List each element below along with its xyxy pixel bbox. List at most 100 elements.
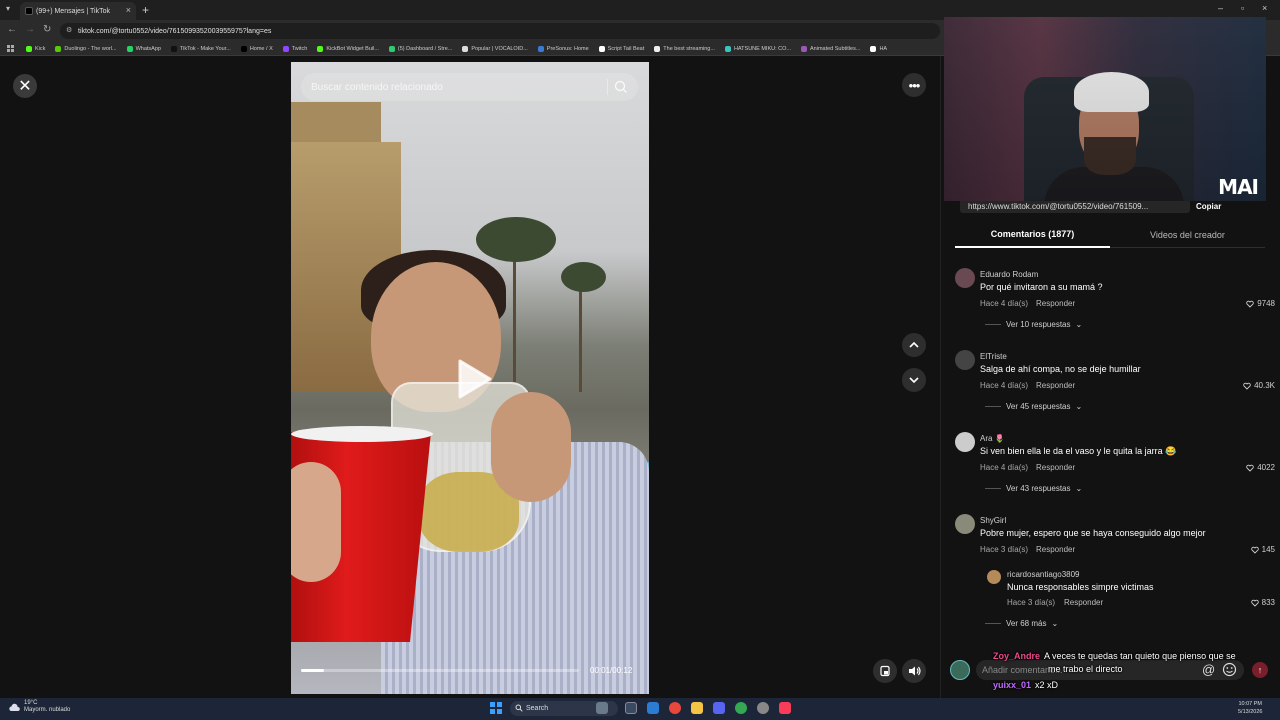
bookmark-item[interactable]: (5) Dashboard / Stre...: [388, 45, 452, 52]
chevron-down-icon: ⌄: [1051, 619, 1059, 628]
share-link-field[interactable]: https://www.tiktok.com/@tortu0552/video/…: [960, 199, 1190, 213]
heart-icon[interactable]: [1250, 546, 1259, 554]
bookmark-item[interactable]: HA: [870, 45, 887, 52]
avatar[interactable]: [955, 350, 975, 370]
forward-icon[interactable]: →: [25, 24, 35, 35]
mention-icon[interactable]: @: [1202, 662, 1215, 677]
bookmark-item[interactable]: TikTok - Make Your...: [170, 45, 231, 52]
heart-icon[interactable]: [1246, 300, 1254, 308]
bookmark-favicon-icon: [537, 45, 544, 52]
bookmark-favicon-icon: [388, 45, 395, 52]
view-more-replies-button[interactable]: Ver 68 más ⌄: [985, 619, 1058, 628]
video-time: 00:01/00:12: [590, 666, 633, 675]
heart-icon[interactable]: [1250, 599, 1259, 607]
like-count: 9748: [1257, 299, 1275, 308]
chevron-down-icon: [909, 377, 919, 384]
bookmark-item[interactable]: PreSonus: Home: [537, 45, 589, 52]
bookmark-item[interactable]: Home / X: [240, 45, 273, 52]
tab-search-icon[interactable]: ▾: [6, 4, 10, 13]
apps-grid-icon[interactable]: [7, 45, 14, 52]
heart-icon[interactable]: [1246, 464, 1254, 472]
bookmark-item[interactable]: Animated Subtitles...: [801, 45, 860, 52]
send-comment-button[interactable]: ↑: [1252, 662, 1268, 678]
widgets-icon[interactable]: [596, 702, 608, 714]
bookmark-label: Popular | VOCALOID...: [471, 45, 528, 52]
emoji-icon[interactable]: [1222, 662, 1237, 677]
bookmark-item[interactable]: Script Tail Beat: [598, 45, 644, 52]
view-replies-button[interactable]: Ver 45 respuestas ⌄: [985, 402, 1082, 411]
reply-button[interactable]: Responder: [1036, 545, 1075, 554]
back-icon[interactable]: ←: [7, 24, 17, 35]
reload-icon[interactable]: ↻: [43, 24, 51, 35]
comment-username[interactable]: ricardosantiago3809: [1007, 570, 1080, 579]
avatar[interactable]: [955, 432, 975, 452]
browser-tab-tiktok[interactable]: (99+) Mensajes | TikTok ×: [20, 2, 136, 20]
reply-button[interactable]: Responder: [1036, 381, 1075, 390]
volume-button[interactable]: [902, 659, 926, 683]
file-explorer-icon[interactable]: [691, 702, 703, 714]
bookmark-item[interactable]: The best streaming...: [654, 45, 715, 52]
search-icon[interactable]: [613, 79, 629, 95]
tab-close-icon[interactable]: ×: [126, 5, 131, 15]
volume-icon: [908, 666, 921, 676]
like-button[interactable]: 145: [1250, 545, 1275, 554]
bookmark-item[interactable]: HATSUNE MIKU: CO...: [724, 45, 791, 52]
view-replies-button[interactable]: Ver 10 respuestas ⌄: [985, 320, 1082, 329]
like-button[interactable]: 40.3K: [1243, 381, 1275, 390]
discord-icon[interactable]: [713, 702, 725, 714]
clock-time: 10:07 PM: [1238, 701, 1262, 707]
like-button[interactable]: 833: [1250, 598, 1275, 607]
related-search-input[interactable]: Buscar contenido relacionado: [301, 73, 638, 101]
chrome-red-icon[interactable]: [669, 702, 681, 714]
like-button[interactable]: 4022: [1246, 463, 1275, 472]
chat-message: me trabo el directo: [1048, 664, 1123, 674]
avatar[interactable]: [955, 268, 975, 288]
previous-video-button[interactable]: [902, 333, 926, 357]
maximize-icon[interactable]: ▫: [1241, 3, 1244, 13]
search-placeholder: Buscar contenido relacionado: [311, 81, 443, 93]
comment-username[interactable]: ShyGirl: [980, 516, 1006, 525]
bookmark-label: WhatsApp: [135, 45, 161, 52]
bookmark-label: Duolingo - The worl...: [64, 45, 117, 52]
comment-username[interactable]: Eduardo Rodam: [980, 270, 1038, 279]
bookmark-item[interactable]: Kick: [26, 45, 45, 52]
reply-button[interactable]: Responder: [1064, 598, 1103, 607]
bookmark-item[interactable]: Popular | VOCALOID...: [462, 45, 528, 52]
bookmark-item[interactable]: KickBot Widget Buil...: [317, 45, 379, 52]
task-view-icon[interactable]: [625, 702, 637, 714]
more-options-button[interactable]: •••: [902, 73, 926, 97]
avatar[interactable]: [955, 514, 975, 534]
avatar[interactable]: [987, 570, 1001, 584]
play-icon[interactable]: [456, 358, 494, 400]
comment-username[interactable]: ElTriste: [980, 352, 1007, 361]
window-close-icon[interactable]: ×: [1262, 3, 1267, 13]
copy-link-button[interactable]: Copiar: [1196, 202, 1221, 211]
video-progress-bar[interactable]: [301, 669, 579, 672]
new-tab-button[interactable]: +: [142, 3, 149, 17]
mail-icon[interactable]: [647, 702, 659, 714]
view-replies-button[interactable]: Ver 43 respuestas ⌄: [985, 484, 1082, 493]
heart-icon[interactable]: [1243, 382, 1251, 390]
openai-icon[interactable]: [757, 702, 769, 714]
tab-creator-videos[interactable]: Videos del creador: [1110, 222, 1265, 248]
next-video-button[interactable]: [902, 368, 926, 392]
bookmark-item[interactable]: WhatsApp: [126, 45, 161, 52]
taskbar-clock[interactable]: 10:07 PM 5/13/2026: [1238, 700, 1262, 716]
minimize-icon[interactable]: –: [1218, 3, 1223, 13]
bookmark-item[interactable]: Twitch: [282, 45, 307, 52]
like-button[interactable]: 9748: [1246, 299, 1275, 308]
chrome-icon[interactable]: [735, 702, 747, 714]
bookmark-item[interactable]: Duolingo - The worl...: [55, 45, 117, 52]
weather-widget[interactable]: 19°C Mayorm. nublado: [8, 700, 70, 714]
reply-button[interactable]: Responder: [1036, 299, 1075, 308]
reply-button[interactable]: Responder: [1036, 463, 1075, 472]
address-bar[interactable]: ⚙ tiktok.com/@tortu0552/video/7615099352…: [60, 23, 940, 39]
windows-start-icon[interactable]: [490, 702, 502, 714]
floating-player-button[interactable]: [873, 659, 897, 683]
bookmark-favicon-icon: [598, 45, 605, 52]
comment-username[interactable]: Ara 🌷: [980, 434, 1005, 443]
music-app-icon[interactable]: [779, 702, 791, 714]
site-info-icon[interactable]: ⚙: [66, 26, 72, 34]
close-video-button[interactable]: ✕: [13, 74, 37, 98]
tab-comments[interactable]: Comentarios (1877): [955, 222, 1110, 248]
